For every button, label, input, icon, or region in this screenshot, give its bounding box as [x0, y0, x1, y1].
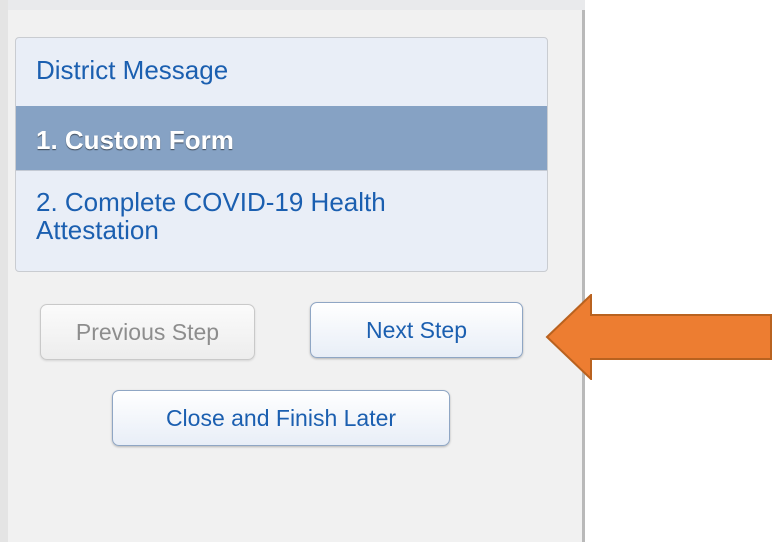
step-covid-attestation[interactable]: 2. Complete COVID-19 Health Attestation — [16, 188, 547, 268]
app-window: District Message 1. Custom Form 2. Compl… — [0, 0, 773, 542]
step-divider — [16, 170, 547, 171]
panel-left-edge — [0, 0, 8, 542]
step-district-message[interactable]: District Message — [16, 56, 547, 106]
step-covid-label-line-1: 2. Complete COVID-19 Health — [36, 187, 386, 217]
step-district-message-label: District Message — [36, 55, 229, 85]
steps-list: District Message 1. Custom Form 2. Compl… — [15, 37, 548, 272]
step-panel: District Message 1. Custom Form 2. Compl… — [0, 0, 585, 542]
step-custom-form[interactable]: 1. Custom Form — [16, 106, 547, 170]
step-covid-label-line-2: Attestation — [36, 215, 159, 245]
step-custom-form-label: 1. Custom Form — [36, 125, 234, 155]
next-step-button[interactable]: Next Step — [310, 302, 523, 358]
close-and-finish-later-button[interactable]: Close and Finish Later — [112, 390, 450, 446]
arrow-left-icon — [545, 294, 772, 380]
top-strip — [0, 0, 585, 10]
previous-step-button[interactable]: Previous Step — [40, 304, 255, 360]
